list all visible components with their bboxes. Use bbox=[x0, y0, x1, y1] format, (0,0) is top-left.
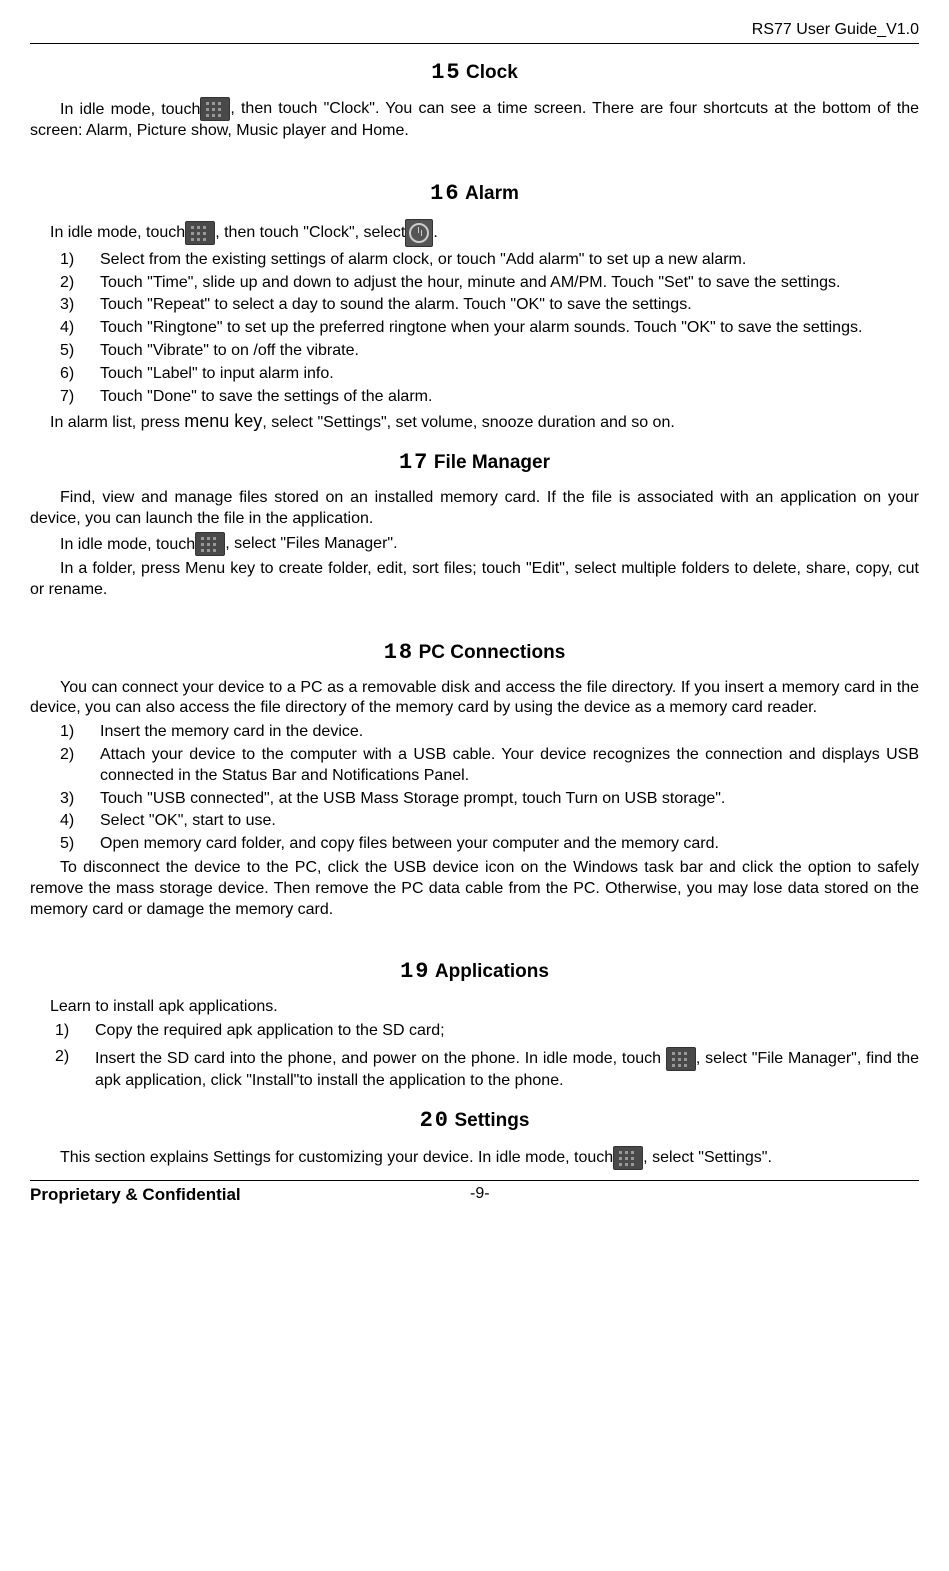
text: In idle mode, touch bbox=[30, 224, 185, 241]
list-number: 2) bbox=[30, 273, 100, 294]
list-text: Touch "Vibrate" to on /off the vibrate. bbox=[100, 341, 919, 362]
section-num: 17 bbox=[399, 450, 429, 475]
list-text: Insert the SD card into the phone, and p… bbox=[95, 1047, 919, 1092]
list-number: 5) bbox=[30, 341, 100, 362]
list-item: 2)Attach your device to the computer wit… bbox=[30, 745, 919, 787]
s17-p3: In a folder, press Menu key to create fo… bbox=[30, 559, 919, 601]
list-item: 5)Touch "Vibrate" to on /off the vibrate… bbox=[30, 341, 919, 362]
section-num: 15 bbox=[431, 60, 461, 85]
list-item: 1)Copy the required apk application to t… bbox=[30, 1021, 919, 1042]
section-title: File Manager bbox=[434, 452, 550, 473]
section-16-heading: 16 Alarm bbox=[30, 180, 919, 209]
apps-grid-icon bbox=[185, 221, 215, 245]
page-header: RS77 User Guide_V1.0 bbox=[30, 20, 919, 44]
list-text: Open memory card folder, and copy files … bbox=[100, 834, 919, 855]
list-number: 2) bbox=[30, 1047, 95, 1092]
list-number: 4) bbox=[30, 318, 100, 339]
section-title: Applications bbox=[435, 961, 549, 982]
apps-grid-icon bbox=[195, 532, 225, 556]
list-item: 7)Touch "Done" to save the settings of t… bbox=[30, 387, 919, 408]
list-text: Touch "Ringtone" to set up the preferred… bbox=[100, 318, 919, 339]
s15-paragraph: In idle mode, touch, then touch "Clock".… bbox=[30, 97, 919, 142]
apps-grid-icon bbox=[200, 97, 230, 121]
section-title: PC Connections bbox=[419, 642, 566, 663]
text: . bbox=[433, 224, 437, 241]
section-19-heading: 19 Applications bbox=[30, 958, 919, 987]
list-item: 3)Touch "USB connected", at the USB Mass… bbox=[30, 789, 919, 810]
list-text: Touch "USB connected", at the USB Mass S… bbox=[100, 789, 919, 810]
section-title: Alarm bbox=[465, 183, 519, 204]
s18-p1: You can connect your device to a PC as a… bbox=[30, 678, 919, 720]
apps-grid-icon bbox=[666, 1047, 696, 1071]
list-text: Select "OK", start to use. bbox=[100, 811, 919, 832]
s16-p1: In idle mode, touch , then touch "Clock",… bbox=[30, 219, 919, 247]
text: This section explains Settings for custo… bbox=[30, 1149, 613, 1166]
text: Insert the SD card into the phone, and p… bbox=[95, 1051, 666, 1068]
text: In idle mode, touch bbox=[30, 536, 195, 553]
list-number: 5) bbox=[30, 834, 100, 855]
list-text: Touch "Done" to save the settings of the… bbox=[100, 387, 919, 408]
s17-p1: Find, view and manage files stored on an… bbox=[30, 488, 919, 530]
list-item: 3)Touch "Repeat" to select a day to soun… bbox=[30, 295, 919, 316]
footer-spacer bbox=[719, 1184, 919, 1206]
text: , select "Settings". bbox=[643, 1149, 772, 1166]
clock-icon bbox=[405, 219, 433, 247]
s17-p2: In idle mode, touch , select "Files Manag… bbox=[30, 532, 919, 556]
list-number: 3) bbox=[30, 789, 100, 810]
list-text: Touch "Label" to input alarm info. bbox=[100, 364, 919, 385]
section-18-heading: 18 PC Connections bbox=[30, 639, 919, 668]
s16-p2: In alarm list, press menu key, select "S… bbox=[30, 410, 919, 434]
section-17-heading: 17 File Manager bbox=[30, 449, 919, 478]
text: , select "Files Manager". bbox=[225, 536, 397, 553]
list-text: Select from the existing settings of ala… bbox=[100, 250, 919, 271]
section-num: 16 bbox=[430, 181, 460, 206]
apps-grid-icon bbox=[613, 1146, 643, 1170]
s19-p1: Learn to install apk applications. bbox=[30, 997, 919, 1018]
text: , then touch "Clock", select bbox=[215, 224, 405, 241]
list-item: 4)Select "OK", start to use. bbox=[30, 811, 919, 832]
section-num: 20 bbox=[420, 1108, 450, 1133]
section-15-heading: 15 Clock bbox=[30, 59, 919, 88]
list-number: 6) bbox=[30, 364, 100, 385]
list-number: 1) bbox=[30, 1021, 95, 1042]
s20-p1: This section explains Settings for custo… bbox=[30, 1146, 919, 1170]
list-item: 1)Select from the existing settings of a… bbox=[30, 250, 919, 271]
text: In idle mode, touch bbox=[30, 101, 200, 118]
footer-page-number: -9- bbox=[470, 1184, 490, 1206]
s18-p2: To disconnect the device to the PC, clic… bbox=[30, 858, 919, 920]
footer-left: Proprietary & Confidential bbox=[30, 1184, 241, 1206]
list-number: 4) bbox=[30, 811, 100, 832]
list-number: 7) bbox=[30, 387, 100, 408]
list-text: Touch "Repeat" to select a day to sound … bbox=[100, 295, 919, 316]
list-text: Insert the memory card in the device. bbox=[100, 722, 919, 743]
list-number: 2) bbox=[30, 745, 100, 787]
list-item: 5)Open memory card folder, and copy file… bbox=[30, 834, 919, 855]
list-item: 2)Touch "Time", slide up and down to adj… bbox=[30, 273, 919, 294]
list-number: 1) bbox=[30, 722, 100, 743]
menu-key-text: menu key bbox=[184, 411, 262, 431]
section-num: 19 bbox=[400, 959, 430, 984]
list-item: 1)Insert the memory card in the device. bbox=[30, 722, 919, 743]
section-title: Settings bbox=[454, 1110, 529, 1131]
list-text: Copy the required apk application to the… bbox=[95, 1021, 919, 1042]
list-item: 2) Insert the SD card into the phone, an… bbox=[30, 1047, 919, 1092]
text: , select "Settings", set volume, snooze … bbox=[262, 414, 674, 431]
section-title: Clock bbox=[466, 62, 518, 83]
list-number: 1) bbox=[30, 250, 100, 271]
list-item: 4)Touch "Ringtone" to set up the preferr… bbox=[30, 318, 919, 339]
list-number: 3) bbox=[30, 295, 100, 316]
text: In alarm list, press bbox=[30, 414, 184, 431]
page-footer: Proprietary & Confidential -9- bbox=[30, 1180, 919, 1206]
list-text: Attach your device to the computer with … bbox=[100, 745, 919, 787]
list-item: 6)Touch "Label" to input alarm info. bbox=[30, 364, 919, 385]
section-20-heading: 20 Settings bbox=[30, 1107, 919, 1136]
section-num: 18 bbox=[384, 640, 414, 665]
list-text: Touch "Time", slide up and down to adjus… bbox=[100, 273, 919, 294]
